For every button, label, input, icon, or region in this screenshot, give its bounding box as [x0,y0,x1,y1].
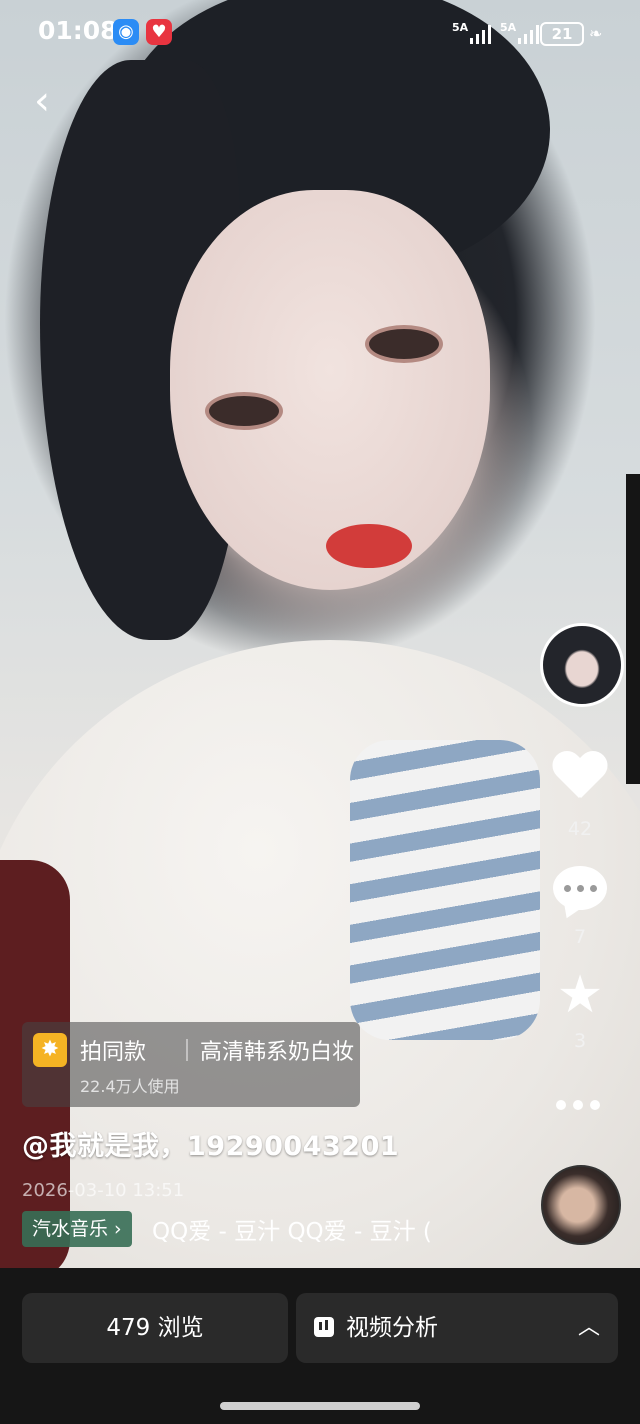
views-button[interactable]: 479 浏览 [22,1293,288,1363]
fur-coat [0,640,640,1268]
app-notification-icon: ◉ [113,19,139,45]
music-app-tag[interactable]: 汽水音乐 › [22,1211,132,1247]
analysis-icon [314,1317,334,1337]
signal-label: 5A [500,21,517,34]
video-analysis-button[interactable]: 视频分析 ︿ [296,1293,618,1363]
eye [205,392,283,430]
chevron-up-icon: ︿ [577,1315,600,1340]
status-time: 01:08 [38,16,118,45]
app-notification-icon: ♥ [146,19,172,45]
effect-name: 高清韩系奶白妆 [200,1040,355,1065]
signal-icon [470,24,491,44]
power-saving-icon: ❧ [589,24,603,43]
face [170,190,490,590]
divider [186,1039,188,1061]
comment-icon [553,866,607,910]
home-indicator[interactable] [220,1402,420,1410]
signal-label: 5A [452,21,469,34]
comment-count: 7 [573,926,587,948]
back-icon[interactable]: ‹ [34,81,68,121]
music-disc-avatar[interactable] [541,1165,621,1245]
striped-shirt [350,740,540,1040]
post-caption: @我就是我，19290043201 [22,1131,400,1162]
effect-card[interactable]: ✸ 拍同款 高清韩系奶白妆 22.4万人使用 [22,1022,360,1107]
like-count: 42 [567,818,593,840]
effect-users: 22.4万人使用 [80,1077,180,1096]
eye [365,325,443,363]
battery-icon: 21 [540,22,584,46]
heart-icon [552,752,608,804]
lips [326,524,412,568]
favorite-count: 3 [573,1030,587,1052]
effect-icon: ✸ [33,1033,67,1067]
effect-title: 拍同款 [80,1040,147,1065]
status-bar: 01:08 ◉ ♥ 5A 5A 21 ❧ [0,0,640,66]
music-title[interactable]: QQ爱 - 豆汁 QQ爱 - 豆汁 ( [152,1212,482,1246]
comment-button[interactable]: 7 [548,866,612,948]
author-avatar[interactable] [540,623,624,707]
edge-bar [626,474,640,784]
favorite-button[interactable]: ★ 3 [548,966,612,1052]
signal-icon [518,24,539,44]
views-label: 479 浏览 [106,1315,204,1341]
like-button[interactable]: 42 [548,752,612,840]
more-icon[interactable] [556,1100,600,1110]
analysis-label: 视频分析 [346,1315,438,1341]
post-date: 2026-03-10 13:51 [22,1180,185,1201]
star-icon: ★ [556,965,604,1025]
